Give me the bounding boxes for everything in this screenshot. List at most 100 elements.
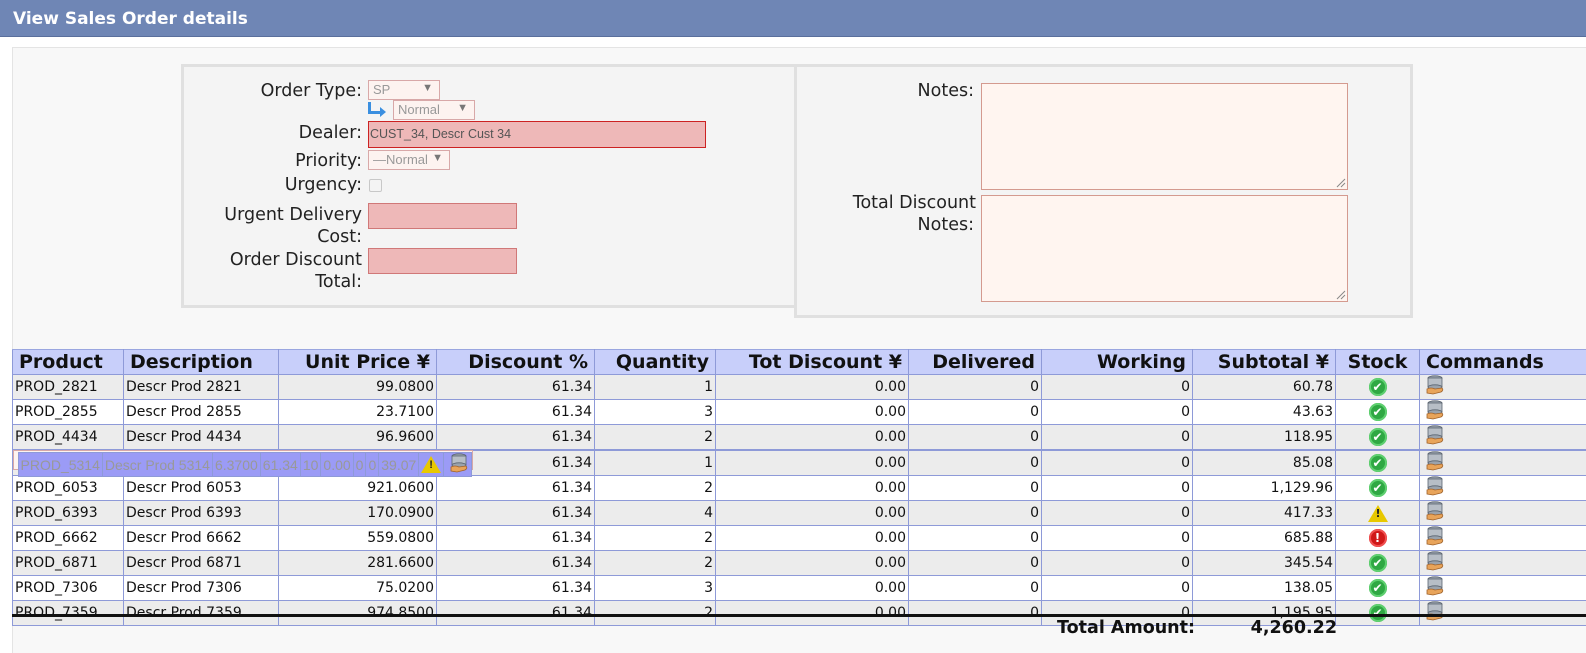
- table-row[interactable]: PROD_6662 Descr Prod 6662 559.0800 61.34 2 0.…: [12, 525, 1586, 551]
- commands-cell: [1419, 450, 1586, 476]
- delivered-cell: 0: [908, 475, 1042, 501]
- tot-discount-cell: 0.00: [715, 399, 909, 425]
- quantity-cell: 2: [594, 600, 716, 626]
- database-hand-icon[interactable]: [1425, 576, 1445, 600]
- stock-cell: [1335, 500, 1420, 526]
- dealer-field[interactable]: CUST_34, Descr Cust 34: [368, 121, 706, 148]
- discount-cell: 61.34: [436, 550, 595, 576]
- order-type-label: Order Type:: [260, 81, 362, 101]
- table-row[interactable]: PROD_2821 Descr Prod 2821 99.0800 61.34 1 0.0…: [12, 374, 1586, 400]
- tot-discount-cell: 0.00: [320, 452, 354, 477]
- priority-label: Priority:: [295, 151, 362, 171]
- tot-discount-cell: 0.00: [715, 475, 909, 501]
- subtotal-cell: 39.07: [378, 452, 420, 477]
- quantity-cell: 2: [594, 424, 716, 450]
- discount-cell: 61.34: [436, 500, 595, 526]
- resize-grip-icon[interactable]: [1336, 178, 1346, 188]
- unit-price-cell: 6.3700: [211, 452, 261, 477]
- database-hand-icon[interactable]: [1425, 400, 1445, 424]
- database-hand-icon[interactable]: [1425, 425, 1445, 449]
- tot-discount-cell: 0.00: [715, 600, 909, 626]
- priority-value: —Normal: [373, 152, 428, 167]
- dealer-label: Dealer:: [298, 123, 362, 143]
- resize-grip-icon[interactable]: [1336, 290, 1346, 300]
- order-type-value: SP: [373, 82, 391, 97]
- notes-textarea[interactable]: [981, 83, 1348, 190]
- working-cell: 0: [1041, 475, 1193, 501]
- commands-cell: [443, 452, 473, 477]
- database-hand-icon[interactable]: [1425, 451, 1445, 475]
- product-cell: PROD_2821: [12, 374, 124, 400]
- database-hand-icon[interactable]: [1425, 375, 1445, 399]
- arrow-turn-icon: [368, 101, 388, 123]
- tot-discount-cell: 0.00: [715, 374, 909, 400]
- order-type-select[interactable]: SP ▼: [368, 80, 440, 100]
- column-header-description[interactable]: Description: [123, 349, 279, 375]
- subtotal-cell: 1,129.96: [1192, 475, 1336, 501]
- column-header-stock[interactable]: Stock: [1335, 349, 1420, 375]
- table-row[interactable]: PROD_7306 Descr Prod 7306 75.0200 61.34 3 0.0…: [12, 575, 1586, 601]
- order-discount-label-line2: Total:: [315, 272, 362, 292]
- table-row[interactable]: PROD_7359 Descr Prod 7359 974.8500 61.34 2 0.…: [12, 600, 1586, 626]
- tot-discount-cell: 0.00: [715, 525, 909, 551]
- description-cell: Descr Prod 7359: [123, 600, 279, 626]
- database-hand-icon[interactable]: [1425, 501, 1445, 525]
- delivered-cell: 0: [908, 525, 1042, 551]
- check-circle-icon: ✔: [1368, 403, 1387, 421]
- stock-cell: ✔: [1335, 450, 1420, 476]
- table-row[interactable]: PROD_2855 Descr Prod 2855 23.7100 61.34 3 0.0…: [12, 399, 1586, 425]
- total-discount-notes-label-line2: Notes:: [917, 215, 974, 235]
- column-header-commands[interactable]: Commands: [1419, 349, 1586, 375]
- column-header-subtotal[interactable]: Subtotal ¥: [1192, 349, 1336, 375]
- table-row[interactable]: PROD_4434 Descr Prod 4434 96.9600 61.34 2 0.0…: [12, 424, 1586, 450]
- stock-cell: ✔: [1335, 424, 1420, 450]
- delivered-cell: 0: [908, 424, 1042, 450]
- commands-cell: [1419, 575, 1586, 601]
- chevron-down-icon: ▼: [422, 82, 433, 94]
- check-circle-icon: ✔: [1368, 454, 1387, 472]
- subtotal-cell: 85.08: [1192, 450, 1336, 476]
- working-cell: 0: [1041, 575, 1193, 601]
- product-cell: PROD_6871: [12, 550, 124, 576]
- discount-cell: 61.34: [436, 399, 595, 425]
- column-header-delivered[interactable]: Delivered: [908, 349, 1042, 375]
- stock-cell: [418, 452, 445, 477]
- column-header-tot-discount[interactable]: Tot Discount ¥: [715, 349, 909, 375]
- database-hand-icon[interactable]: [1425, 476, 1445, 500]
- check-circle-icon: ✔: [1368, 604, 1387, 622]
- chevron-down-icon: ▼: [457, 102, 468, 114]
- working-cell: 0: [1041, 399, 1193, 425]
- column-header-discount[interactable]: Discount %: [436, 349, 595, 375]
- order-discount-total-input[interactable]: [368, 248, 517, 274]
- database-hand-icon[interactable]: [1425, 526, 1445, 550]
- tot-discount-cell: 0.00: [715, 424, 909, 450]
- table-row[interactable]: PROD_6393 Descr Prod 6393 170.0900 61.34 4 0.…: [12, 500, 1586, 526]
- total-discount-notes-textarea[interactable]: [981, 195, 1348, 302]
- commands-cell: [1419, 525, 1586, 551]
- column-header-working[interactable]: Working: [1041, 349, 1193, 375]
- database-hand-icon[interactable]: [1425, 601, 1445, 625]
- product-cell: PROD_6393: [12, 500, 124, 526]
- subtotal-cell: 60.78: [1192, 374, 1336, 400]
- urgency-checkbox[interactable]: [369, 179, 382, 192]
- order-subtype-select[interactable]: Normal ▼: [393, 100, 475, 120]
- table-row[interactable]: PROD_6871 Descr Prod 6871 281.6600 61.34 2 0.…: [12, 550, 1586, 576]
- column-header-product[interactable]: Product: [12, 349, 124, 375]
- database-hand-icon[interactable]: [449, 453, 469, 476]
- product-cell: PROD_7359: [12, 600, 124, 626]
- description-cell: Descr Prod 6871: [123, 550, 279, 576]
- priority-select[interactable]: —Normal ▼: [368, 150, 450, 170]
- subtotal-cell: 685.88: [1192, 525, 1336, 551]
- table-row[interactable]: PROD_6053 Descr Prod 6053 921.0600 61.34 2 0.…: [12, 475, 1586, 501]
- unit-price-cell: 99.0800: [278, 374, 437, 400]
- table-row[interactable]: PROD_5314 Descr Prod 5314 6.3700 61.34 10 0.0…: [12, 450, 474, 477]
- column-header-unit-price[interactable]: Unit Price ¥: [278, 349, 437, 375]
- column-header-quantity[interactable]: Quantity: [594, 349, 716, 375]
- urgent-delivery-cost-input[interactable]: [368, 203, 517, 229]
- subtotal-cell: 345.54: [1192, 550, 1336, 576]
- quantity-cell: 2: [594, 550, 716, 576]
- delivered-cell: 0: [352, 452, 367, 477]
- unit-price-cell: 75.0200: [278, 575, 437, 601]
- delivered-cell: 0: [908, 500, 1042, 526]
- database-hand-icon[interactable]: [1425, 551, 1445, 575]
